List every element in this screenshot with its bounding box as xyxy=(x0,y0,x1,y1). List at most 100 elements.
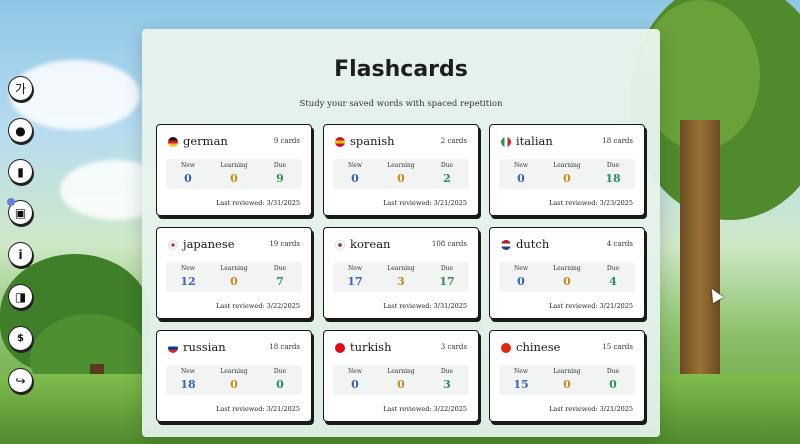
deck-card-german[interactable]: german 9 cards New 0 Learning 0 Due 9 Last revie… xyxy=(156,124,312,216)
last-reviewed: Last reviewed: 3/22/2025 xyxy=(216,302,300,310)
stat-label: Due xyxy=(440,265,454,272)
stat-learning: Learning 0 xyxy=(212,162,256,185)
deck-stats: New 0 Learning 0 Due 18 xyxy=(499,159,635,189)
card-count: 18 cards xyxy=(269,343,300,351)
deck-card-dutch[interactable]: dutch 4 cards New 0 Learning 0 Due 4 Last review… xyxy=(489,227,645,319)
stat-new-value: 15 xyxy=(513,378,529,391)
stat-new: New 0 xyxy=(166,162,210,185)
stat-label: Learning xyxy=(220,162,248,169)
stat-learning-value: 0 xyxy=(563,378,571,391)
deck-name: japanese xyxy=(183,237,235,251)
stat-due-value: 0 xyxy=(276,378,284,391)
stat-new: New 0 xyxy=(499,265,543,288)
stat-learning-value: 0 xyxy=(230,275,238,288)
card-count: 3 cards xyxy=(440,343,467,351)
stat-new-value: 12 xyxy=(180,275,196,288)
stat-label: New xyxy=(181,162,195,169)
deck-name: chinese xyxy=(516,340,561,354)
deck-stats: New 15 Learning 0 Due 0 xyxy=(499,365,635,395)
deck-stats: New 18 Learning 0 Due 0 xyxy=(166,365,302,395)
deck-card-italian[interactable]: italian 18 cards New 0 Learning 0 Due 18 Last re… xyxy=(489,124,645,216)
deck-stats: New 12 Learning 0 Due 7 xyxy=(166,262,302,292)
stat-new: New 17 xyxy=(333,265,377,288)
stat-learning: Learning 0 xyxy=(212,265,256,288)
stat-new: New 0 xyxy=(333,162,377,185)
hangul-button[interactable]: 가 xyxy=(8,76,33,101)
deck-card-japanese[interactable]: japanese 19 cards New 12 Learning 0 Due 7 Last r… xyxy=(156,227,312,319)
info-button[interactable]: i xyxy=(8,242,33,267)
deck-stats: New 0 Learning 0 Due 9 xyxy=(166,159,302,189)
stat-new: New 12 xyxy=(166,265,210,288)
stat-label: Learning xyxy=(387,265,415,272)
flashcards-button[interactable]: ▣ xyxy=(7,198,33,225)
active-indicator xyxy=(7,198,15,206)
stat-learning: Learning 0 xyxy=(545,368,589,391)
stat-due-value: 9 xyxy=(276,172,284,185)
stat-label: Learning xyxy=(387,162,415,169)
deck-stats: New 0 Learning 0 Due 2 xyxy=(333,159,469,189)
flag-icon xyxy=(168,343,178,353)
stat-label: New xyxy=(348,368,362,375)
coins-button[interactable]: $ xyxy=(8,326,33,351)
stat-label: New xyxy=(514,368,528,375)
card-count: 9 cards xyxy=(273,137,300,145)
stat-label: Due xyxy=(273,265,287,272)
stat-new: New 15 xyxy=(499,368,543,391)
stat-new: New 0 xyxy=(499,162,543,185)
flag-icon xyxy=(501,343,511,353)
stat-label: New xyxy=(514,162,528,169)
deck-card-chinese[interactable]: chinese 15 cards New 15 Learning 0 Due 0 Last re… xyxy=(489,330,645,422)
flag-icon xyxy=(168,240,178,250)
page-title: Flashcards xyxy=(334,57,468,82)
stat-new-value: 0 xyxy=(517,172,525,185)
stat-due-value: 17 xyxy=(439,275,455,288)
coin-icon: $ xyxy=(17,332,24,344)
stat-new-value: 18 xyxy=(180,378,196,391)
logout-icon: ↪ xyxy=(15,373,26,388)
logout-button[interactable]: ↪ xyxy=(8,368,33,393)
page-subtitle: Study your saved words with spaced repet… xyxy=(299,99,503,109)
stat-learning: Learning 0 xyxy=(379,368,423,391)
stat-label: Learning xyxy=(553,368,581,375)
card-count: 108 cards xyxy=(431,240,467,248)
stat-label: Due xyxy=(606,265,620,272)
stat-due: Due 4 xyxy=(591,265,635,288)
stat-due: Due 7 xyxy=(258,265,302,288)
flag-icon xyxy=(501,240,511,250)
stat-learning: Learning 0 xyxy=(545,265,589,288)
deck-card-spanish[interactable]: spanish 2 cards New 0 Learning 0 Due 2 Last revi… xyxy=(323,124,479,216)
deck-card-korean[interactable]: korean 108 cards New 17 Learning 3 Due 17 Last r… xyxy=(323,227,479,319)
deck-card-russian[interactable]: russian 18 cards New 18 Learning 0 Due 0 Last re… xyxy=(156,330,312,422)
deck-name: spanish xyxy=(350,134,395,148)
stat-due-value: 0 xyxy=(609,378,617,391)
last-reviewed: Last reviewed: 3/31/2025 xyxy=(383,302,467,310)
info-icon: i xyxy=(18,247,23,262)
stat-due-value: 4 xyxy=(609,275,617,288)
deck-name: turkish xyxy=(350,340,392,354)
stat-label: New xyxy=(514,265,528,272)
stat-due: Due 2 xyxy=(425,162,469,185)
deck-stats: New 0 Learning 0 Due 4 xyxy=(499,262,635,292)
deck-name: korean xyxy=(350,237,391,251)
flag-icon xyxy=(335,137,345,147)
stat-learning: Learning 3 xyxy=(379,265,423,288)
bookmarks-button[interactable]: ▮ xyxy=(8,159,33,184)
stat-new-value: 0 xyxy=(351,172,359,185)
stat-label: Due xyxy=(606,162,620,169)
stat-label: Learning xyxy=(220,265,248,272)
profile-button[interactable]: ● xyxy=(8,118,33,143)
chat-button[interactable]: ◨ xyxy=(8,284,33,309)
card-count: 18 cards xyxy=(602,137,633,145)
last-reviewed: Last reviewed: 3/21/2025 xyxy=(383,199,467,207)
stat-label: Learning xyxy=(387,368,415,375)
stat-new: New 18 xyxy=(166,368,210,391)
stat-due: Due 0 xyxy=(591,368,635,391)
card-count: 19 cards xyxy=(269,240,300,248)
deck-stats: New 17 Learning 3 Due 17 xyxy=(333,262,469,292)
last-reviewed: Last reviewed: 3/23/2025 xyxy=(549,199,633,207)
stat-learning: Learning 0 xyxy=(545,162,589,185)
deck-card-turkish[interactable]: turkish 3 cards New 0 Learning 0 Due 3 Last revi… xyxy=(323,330,479,422)
stat-learning: Learning 0 xyxy=(379,162,423,185)
stat-label: Learning xyxy=(553,162,581,169)
last-reviewed: Last reviewed: 3/31/2025 xyxy=(216,199,300,207)
